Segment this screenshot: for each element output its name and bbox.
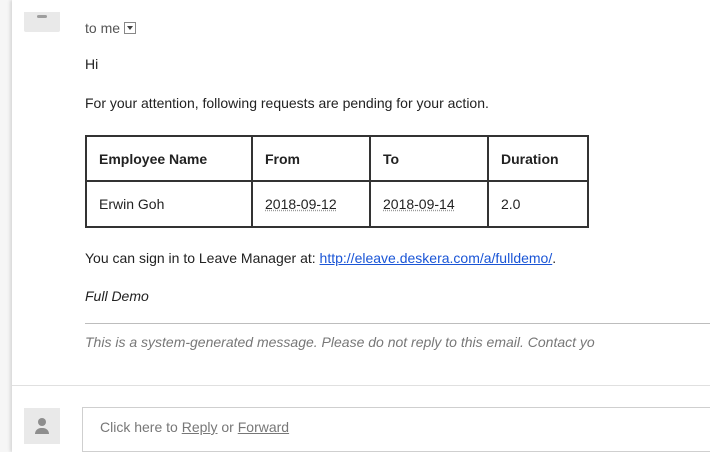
reply-link[interactable]: Reply	[182, 419, 218, 435]
cell-to-date: 2018-09-14	[369, 180, 489, 228]
reply-prompt: Click here to Reply or Forward	[100, 419, 289, 435]
table-row: Erwin Goh 2018-09-12 2018-09-14 2.0	[85, 180, 589, 228]
signin-line: You can sign in to Leave Manager at: htt…	[85, 250, 556, 266]
header-to: To	[369, 135, 489, 182]
dropdown-arrow-icon[interactable]	[124, 22, 137, 34]
header-employee-name: Employee Name	[85, 135, 253, 182]
cell-duration: 2.0	[487, 180, 589, 228]
system-footer: This is a system-generated message. Plea…	[85, 334, 595, 350]
reply-prefix: Click here to	[100, 419, 182, 435]
forward-link[interactable]: Forward	[238, 419, 289, 435]
reply-separator	[12, 385, 710, 386]
cell-from-date: 2018-09-12	[251, 180, 371, 228]
reply-box[interactable]: Click here to Reply or Forward	[82, 407, 710, 452]
signin-period: .	[552, 250, 557, 266]
footer-divider	[85, 323, 710, 324]
sender-avatar	[24, 12, 60, 32]
greeting: Hi	[85, 56, 99, 72]
email-message-panel: to me Hi For your attention, following r…	[12, 0, 710, 452]
signin-text: You can sign in to Leave Manager at:	[85, 250, 320, 266]
pending-requests-table: Employee Name From To Duration Erwin Goh…	[85, 135, 589, 228]
header-duration: Duration	[487, 135, 589, 182]
person-icon	[24, 408, 60, 444]
table-header-row: Employee Name From To Duration	[85, 135, 589, 182]
cell-employee-name: Erwin Goh	[85, 180, 253, 228]
recipient-line: to me	[85, 20, 137, 36]
header-from: From	[251, 135, 371, 182]
reply-or: or	[217, 419, 238, 435]
signature: Full Demo	[85, 288, 149, 304]
recipient-text: to me	[85, 20, 121, 36]
leave-manager-link[interactable]: http://eleave.deskera.com/a/fulldemo/	[320, 250, 553, 266]
intro-text: For your attention, following requests a…	[85, 95, 489, 111]
